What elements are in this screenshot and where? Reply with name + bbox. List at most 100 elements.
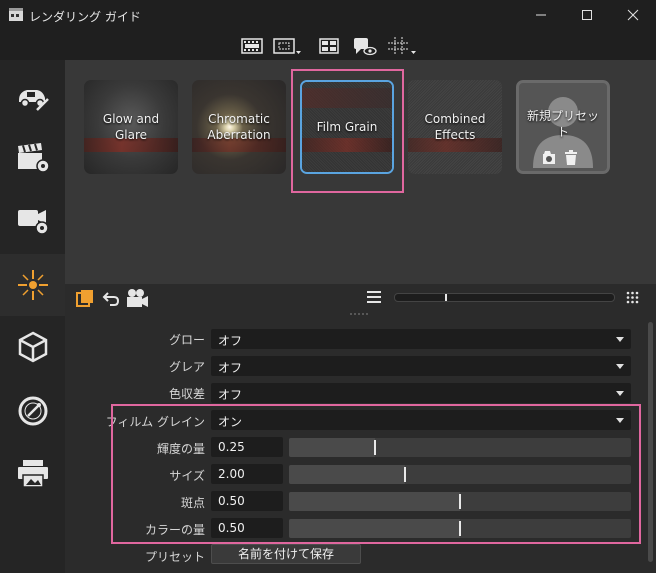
chromatic-aberration-label: 色収差	[168, 387, 205, 401]
car-wand-icon	[18, 90, 49, 111]
chromatic-aberration-dropdown[interactable]: オフ	[211, 383, 631, 403]
size-label: サイズ	[169, 469, 205, 483]
glow-dropdown[interactable]: オフ	[211, 329, 631, 349]
close-button[interactable]	[610, 0, 656, 30]
slider-fill	[289, 465, 405, 484]
luminance-amount-label: 輝度の量	[156, 442, 205, 456]
close-icon	[627, 9, 639, 21]
sidebar-item-rendering-effects[interactable]	[0, 254, 65, 316]
size-value: 2.00	[218, 467, 245, 481]
chevron-down-icon	[616, 391, 624, 396]
clapper-gear-icon	[17, 143, 50, 173]
save-as-button[interactable]: 名前を付けて保存	[211, 544, 361, 564]
grid-overlay-icon	[388, 37, 416, 55]
glare-dropdown[interactable]: オフ	[211, 356, 631, 376]
settings-scrollbar[interactable]	[646, 320, 654, 570]
frame-select-button[interactable]	[271, 35, 303, 57]
sparkle-icon	[17, 270, 48, 300]
color-amount-label: カラーの量	[144, 523, 205, 537]
capture-icon[interactable]	[542, 150, 558, 166]
trash-icon[interactable]	[564, 150, 578, 166]
grid-view-icon	[319, 38, 339, 54]
sidebar-item-environment[interactable]	[0, 316, 65, 378]
spots-input[interactable]: 0.50	[211, 491, 283, 511]
preset-label: Film Grain	[316, 120, 378, 134]
slider-thumb[interactable]	[404, 467, 406, 482]
app-icon	[9, 8, 23, 21]
minimize-button[interactable]	[518, 0, 564, 30]
sidebar-item-animation[interactable]	[0, 126, 65, 188]
luminance-amount-value: 0.25	[218, 440, 245, 454]
movie-camera-icon[interactable]	[125, 288, 149, 308]
thumbnail-size-thumb[interactable]	[445, 294, 447, 301]
preset-glow-and-glare[interactable]: Glow and Glare	[84, 80, 178, 174]
preset-row-label: プリセット	[144, 550, 205, 564]
sidebar-item-output[interactable]	[0, 442, 65, 504]
color-picker-icon	[18, 396, 47, 426]
menu-icon[interactable]	[367, 291, 381, 303]
luminance-amount-input[interactable]: 0.25	[211, 437, 283, 457]
color-amount-slider[interactable]	[289, 519, 631, 538]
preset-gallery: Glow and Glare Chromatic Aberration Film…	[65, 60, 656, 284]
sidebar-item-drive[interactable]	[0, 64, 65, 126]
preview-eye-icon	[354, 38, 377, 56]
frame-select-icon	[273, 38, 301, 54]
color-amount-value: 0.50	[218, 521, 245, 535]
slider-fill	[289, 492, 460, 511]
minimize-icon	[536, 14, 546, 16]
panel-resize-handle[interactable]	[348, 312, 372, 316]
luminance-amount-slider[interactable]	[289, 438, 631, 457]
size-input[interactable]: 2.00	[211, 464, 283, 484]
maximize-button[interactable]	[564, 0, 610, 30]
film-grain-dropdown[interactable]: オン	[211, 410, 631, 430]
copy-icon[interactable]	[76, 289, 94, 307]
preset-label: Chromatic Aberration	[207, 112, 271, 142]
size-slider[interactable]	[289, 465, 631, 484]
grid-dots-icon[interactable]	[626, 291, 639, 304]
slider-fill	[289, 519, 460, 538]
film-grain-value: オン	[218, 415, 243, 429]
spots-label: 斑点	[180, 496, 205, 510]
title-bar: レンダリング ガイド	[0, 0, 656, 30]
filmstrip-button[interactable]	[239, 35, 265, 57]
window-title: レンダリング ガイド	[29, 10, 141, 24]
filmstrip-icon	[241, 38, 263, 54]
printer-icon	[17, 460, 48, 488]
preset-chromatic-aberration[interactable]: Chromatic Aberration	[192, 80, 286, 174]
sidebar-item-camera[interactable]	[0, 188, 65, 250]
slider-thumb[interactable]	[459, 521, 461, 536]
preset-new[interactable]: 新規プリセット	[516, 80, 610, 174]
preset-label: Combined Effects	[424, 112, 486, 142]
glow-label: グロー	[168, 333, 205, 347]
film-grain-label: フィルム グレイン	[105, 415, 205, 429]
preview-visibility-button[interactable]	[351, 35, 379, 57]
thumbnail-size-slider[interactable]	[394, 293, 615, 302]
view-toolbar	[0, 30, 656, 60]
preset-label: Glow and Glare	[102, 112, 160, 142]
undo-icon[interactable]	[102, 290, 120, 306]
sidebar	[0, 60, 65, 573]
slider-thumb[interactable]	[459, 494, 461, 509]
preset-combined-effects[interactable]: Combined Effects	[408, 80, 502, 174]
glow-value: オフ	[218, 334, 243, 348]
spots-slider[interactable]	[289, 492, 631, 511]
slider-fill	[289, 438, 375, 457]
camera-gear-icon	[17, 210, 49, 235]
grid-view-button[interactable]	[317, 35, 341, 57]
settings-toolbar	[65, 284, 656, 312]
slider-thumb[interactable]	[374, 440, 376, 455]
cube-icon	[18, 331, 47, 363]
grid-overlay-button[interactable]	[386, 35, 418, 57]
glare-value: オフ	[218, 361, 243, 375]
color-amount-input[interactable]: 0.50	[211, 518, 283, 538]
chevron-down-icon	[616, 418, 624, 423]
glare-label: グレア	[168, 360, 205, 374]
chromatic-aberration-value: オフ	[218, 388, 243, 402]
chevron-down-icon	[616, 337, 624, 342]
chevron-down-icon	[616, 364, 624, 369]
spots-value: 0.50	[218, 494, 245, 508]
preset-film-grain[interactable]: Film Grain	[300, 80, 394, 174]
scrollbar-thumb[interactable]	[648, 322, 653, 562]
preset-label: 新規プリセット	[526, 109, 599, 139]
sidebar-item-color[interactable]	[0, 380, 65, 442]
